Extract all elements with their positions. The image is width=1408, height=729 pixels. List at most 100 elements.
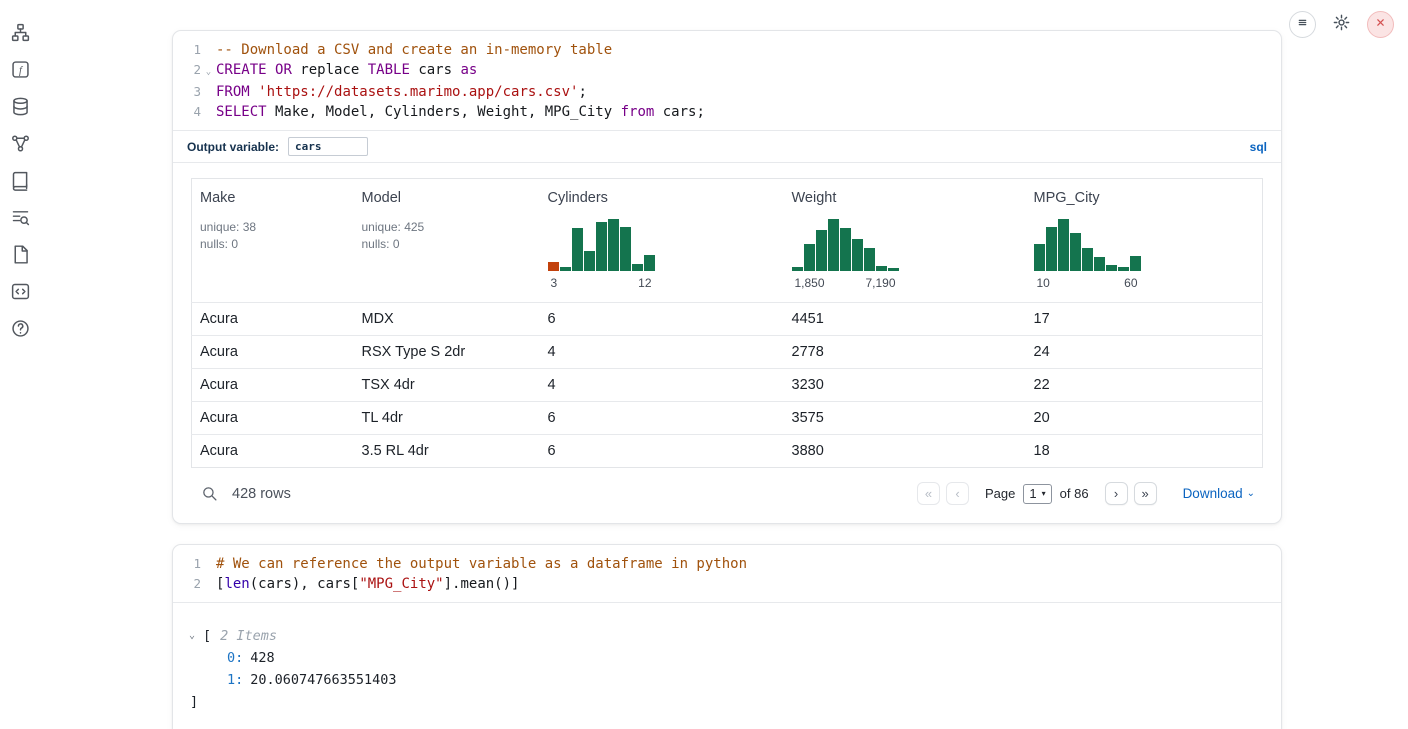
code-text: CREATE OR replace TABLE cars as	[216, 60, 477, 80]
python-code-editor[interactable]: 1# We can reference the output variable …	[173, 545, 1281, 602]
column-stat: unique: 425	[362, 219, 532, 236]
tree-entries: 0:4281:20.060747663551403	[189, 647, 1263, 691]
page-select-value: 1	[1029, 486, 1036, 501]
column-header-weight[interactable]: Weight1,8507,190	[784, 179, 1026, 303]
histogram-bar[interactable]	[560, 267, 571, 271]
scratchpad-icon[interactable]: f	[8, 57, 32, 81]
histogram-bar[interactable]	[572, 228, 583, 271]
column-header-cylinders[interactable]: Cylinders312	[540, 179, 784, 303]
line-number: 4	[177, 102, 201, 122]
logs-icon[interactable]	[8, 205, 32, 229]
table-cell: Acura	[192, 303, 354, 336]
table-row[interactable]: AcuraMDX6445117	[192, 303, 1263, 336]
table-cell: Acura	[192, 369, 354, 402]
table-cell: Acura	[192, 435, 354, 468]
histogram-bar[interactable]	[888, 268, 899, 271]
table-row[interactable]: AcuraTSX 4dr4323022	[192, 369, 1263, 402]
page-total-label: of 86	[1060, 486, 1089, 501]
snippets-icon[interactable]	[8, 242, 32, 266]
output-variable-label: Output variable:	[187, 140, 279, 154]
collapse-chevron-icon[interactable]: ⌄	[189, 625, 199, 647]
tree-close: ]	[189, 691, 1263, 713]
search-icon[interactable]	[201, 485, 219, 503]
column-header-make[interactable]: Makeunique: 38nulls: 0	[192, 179, 354, 303]
histogram-bar[interactable]	[620, 227, 631, 271]
table-row[interactable]: Acura3.5 RL 4dr6388018	[192, 435, 1263, 468]
file-explorer-icon[interactable]	[8, 20, 32, 44]
histogram-range-labels: 1,8507,190	[792, 276, 899, 290]
histogram-bar[interactable]	[864, 248, 875, 271]
table-cell: 17	[1026, 303, 1263, 336]
column-header-model[interactable]: Modelunique: 425nulls: 0	[354, 179, 540, 303]
close-icon	[1372, 14, 1389, 36]
table-cell: 3.5 RL 4dr	[354, 435, 540, 468]
menu-button[interactable]	[1289, 11, 1316, 38]
code-text: FROM 'https://datasets.marimo.app/cars.c…	[216, 82, 587, 102]
close-button[interactable]	[1367, 11, 1394, 38]
histogram-bar[interactable]	[644, 255, 655, 271]
line-number: 1	[177, 40, 201, 60]
datasources-icon[interactable]	[8, 94, 32, 118]
histogram-bar[interactable]	[1082, 248, 1093, 271]
histogram-bar[interactable]	[1118, 267, 1129, 271]
histogram-bar[interactable]	[1094, 257, 1105, 271]
code-editor-icon[interactable]	[8, 279, 32, 303]
table-row[interactable]: AcuraRSX Type S 2dr4277824	[192, 336, 1263, 369]
sql-code-editor[interactable]: 1 -- Download a CSV and create an in-memo…	[173, 31, 1281, 130]
prev-page-button[interactable]: ‹	[946, 482, 969, 505]
histogram-bar[interactable]	[608, 219, 619, 271]
code-line: 2⌄CREATE OR replace TABLE cars as	[177, 60, 1271, 82]
histogram-bar[interactable]	[584, 251, 595, 271]
histogram-bar[interactable]	[1046, 227, 1057, 271]
language-badge[interactable]: sql	[1250, 140, 1267, 154]
tree-entry: 0:428	[189, 647, 1263, 669]
data-table-container: Makeunique: 38nulls: 0Modelunique: 425nu…	[173, 163, 1281, 523]
next-page-icon: ›	[1114, 486, 1118, 501]
mpg_city-histogram[interactable]	[1034, 219, 1141, 271]
sidebar: f	[8, 20, 32, 340]
code-line: 1 -- Download a CSV and create an in-memo…	[177, 40, 1271, 60]
table-cell: 3880	[784, 435, 1026, 468]
download-label: Download	[1183, 486, 1243, 501]
documentation-icon[interactable]	[8, 168, 32, 192]
sql-cell: 1 -- Download a CSV and create an in-memo…	[172, 30, 1282, 524]
histogram-bar[interactable]	[596, 222, 607, 271]
histogram-bar[interactable]	[1058, 219, 1069, 271]
output-variable-input[interactable]	[288, 137, 368, 156]
histogram-bar[interactable]	[1130, 256, 1141, 271]
help-icon[interactable]	[8, 316, 32, 340]
weight-histogram[interactable]	[792, 219, 899, 271]
column-header-mpg_city[interactable]: MPG_City1060	[1026, 179, 1263, 303]
svg-text:f: f	[19, 65, 24, 76]
histogram-bar[interactable]	[840, 228, 851, 271]
dependency-graph-icon[interactable]	[8, 131, 32, 155]
histogram-bar[interactable]	[828, 219, 839, 271]
data-table: Makeunique: 38nulls: 0Modelunique: 425nu…	[191, 178, 1263, 468]
histogram-range-labels: 1060	[1034, 276, 1141, 290]
histogram-bar[interactable]	[852, 239, 863, 271]
histogram-bar[interactable]	[632, 264, 643, 271]
histogram-bar[interactable]	[1070, 233, 1081, 271]
histogram-bar[interactable]	[804, 244, 815, 271]
table-cell: Acura	[192, 336, 354, 369]
settings-button[interactable]	[1328, 11, 1355, 38]
page-select[interactable]: 1 ▾	[1023, 484, 1051, 504]
first-page-button[interactable]: «	[917, 482, 940, 505]
download-button[interactable]: Download ⌄	[1183, 486, 1255, 501]
histogram-bar[interactable]	[792, 267, 803, 271]
tree-entry: 1:20.060747663551403	[189, 669, 1263, 691]
code-text: -- Download a CSV and create an in-memor…	[216, 40, 612, 60]
last-page-button[interactable]: »	[1134, 482, 1157, 505]
histogram-bar[interactable]	[876, 266, 887, 271]
histogram-bar[interactable]	[548, 262, 559, 271]
table-row[interactable]: AcuraTL 4dr6357520	[192, 402, 1263, 435]
line-number: 2	[177, 574, 201, 594]
close-bracket: ]	[190, 691, 198, 713]
histogram-bar[interactable]	[816, 230, 827, 271]
next-page-button[interactable]: ›	[1105, 482, 1128, 505]
fold-chevron-icon[interactable]: ⌄	[201, 62, 216, 82]
cylinders-histogram[interactable]	[548, 219, 655, 271]
histogram-bar[interactable]	[1034, 244, 1045, 271]
histogram-bar[interactable]	[1106, 265, 1117, 271]
code-line: 3FROM 'https://datasets.marimo.app/cars.…	[177, 82, 1271, 102]
